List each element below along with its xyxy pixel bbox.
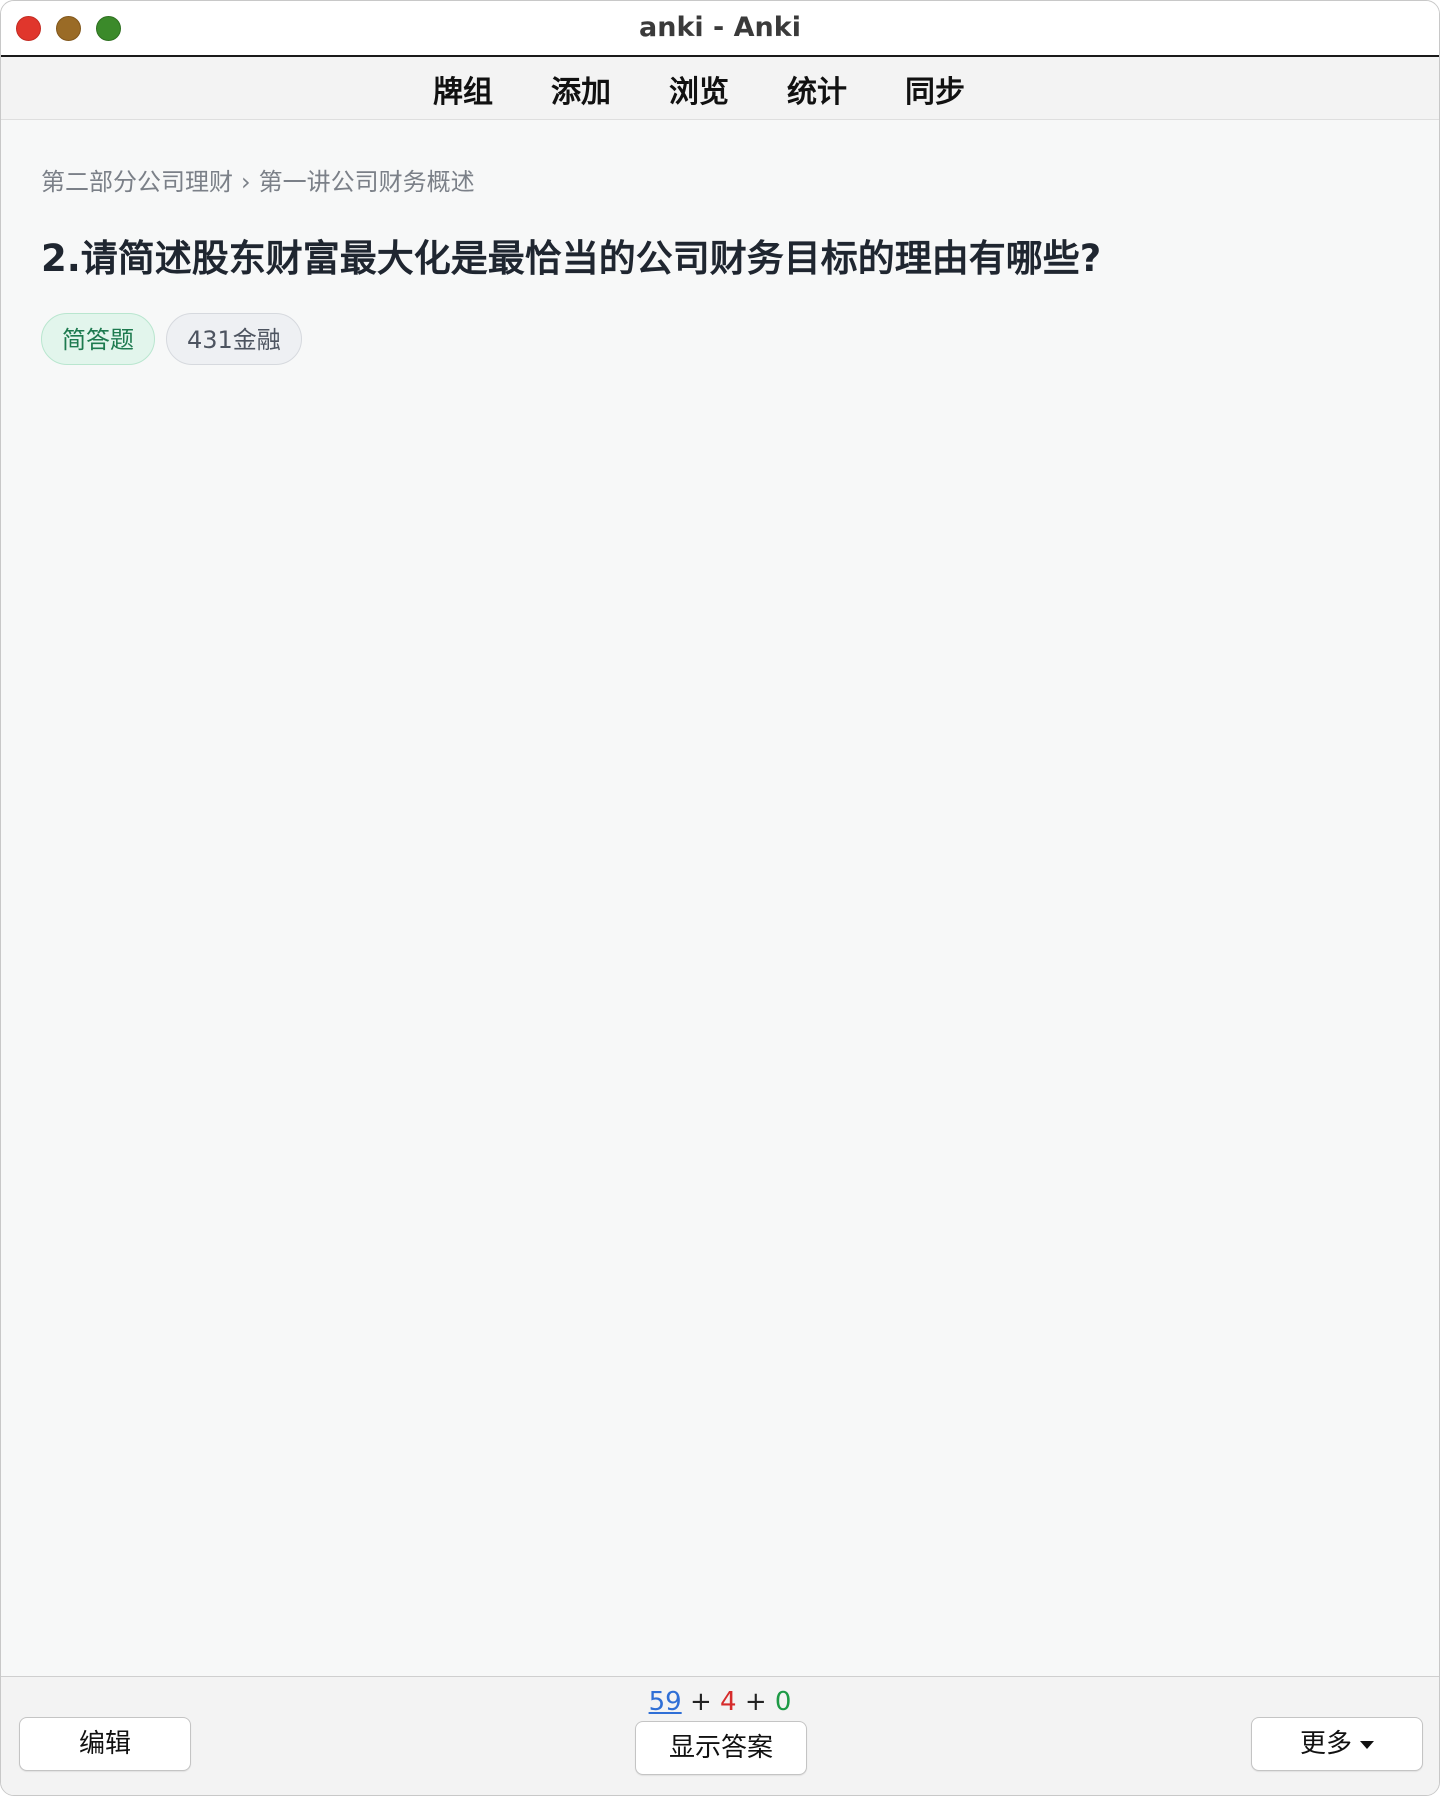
- more-button[interactable]: 更多: [1251, 1717, 1423, 1771]
- more-button-label: 更多: [1299, 1729, 1352, 1759]
- review-count: 0: [774, 1687, 792, 1717]
- tag-431-finance: 431金融: [166, 313, 302, 365]
- show-answer-button[interactable]: 显示答案: [635, 1721, 807, 1775]
- bottom-bar: 59 + 4 + 0 编辑 显示答案 更多: [1, 1676, 1439, 1795]
- edit-button[interactable]: 编辑: [19, 1717, 191, 1771]
- tag-list: 简答题 431金融: [41, 313, 313, 365]
- show-answer-button-label: 显示答案: [668, 1733, 773, 1763]
- due-counts: 59 + 4 + 0: [1, 1687, 1439, 1717]
- card-area: 第二部分公司理财 › 第一讲公司财务概述 2.请简述股东财富最大化是最恰当的公司财务…: [1, 120, 1439, 1676]
- toolbar-add[interactable]: 添加: [551, 67, 611, 111]
- anki-window: anki - Anki 牌组 添加 浏览 统计 同步 第二部分公司理财 › 第一讲公…: [0, 0, 1440, 1796]
- edit-button-label: 编辑: [78, 1729, 131, 1759]
- toolbar-decks[interactable]: 牌组: [433, 67, 493, 111]
- toolbar-stats[interactable]: 统计: [787, 67, 847, 111]
- breadcrumb-item-part: 第二部分公司理财: [41, 168, 233, 196]
- toolbar-browse[interactable]: 浏览: [669, 67, 729, 111]
- breadcrumb: 第二部分公司理财 › 第一讲公司财务概述: [41, 162, 475, 197]
- learn-count: 4: [720, 1687, 737, 1717]
- plus-sign: +: [689, 1687, 712, 1717]
- plus-sign: +: [744, 1687, 767, 1717]
- card-question: 2.请简述股东财富最大化是最恰当的公司财务目标的理由有哪些?: [41, 237, 1102, 280]
- main-toolbar: 牌组 添加 浏览 统计 同步: [1, 57, 1439, 120]
- breadcrumb-item-lecture: 第一讲公司财务概述: [258, 168, 475, 196]
- tag-short-answer: 简答题: [41, 313, 155, 365]
- new-count[interactable]: 59: [649, 1687, 682, 1717]
- title-bar: anki - Anki: [1, 1, 1439, 57]
- toolbar-sync[interactable]: 同步: [905, 67, 965, 111]
- window-title: anki - Anki: [639, 12, 801, 43]
- breadcrumb-separator: ›: [241, 168, 251, 196]
- caret-down-icon: [1360, 1740, 1374, 1749]
